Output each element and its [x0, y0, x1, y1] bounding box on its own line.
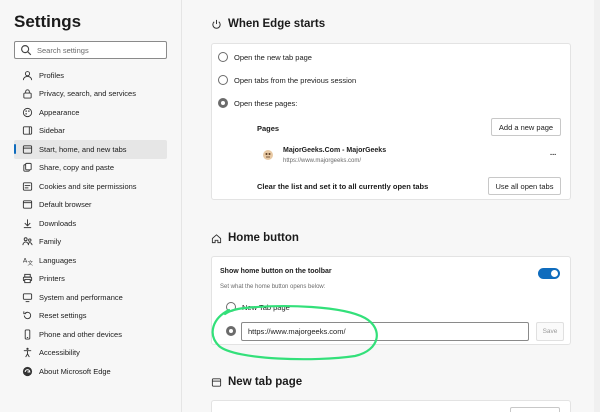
sidebar-nav: Profiles Privacy, search, and services A…: [14, 66, 167, 381]
sidebar-item-label: Printers: [39, 274, 65, 284]
sidebar-item-label: Start, home, and new tabs: [39, 144, 127, 154]
sidebar-item-languages[interactable]: A 文 Languages: [14, 251, 167, 270]
search-input[interactable]: [37, 45, 157, 55]
sidebar-item-label: Accessibility: [39, 348, 80, 358]
save-button[interactable]: Save: [536, 322, 564, 341]
sidebar-item-profiles[interactable]: Profiles: [14, 66, 167, 85]
sidebar-item-family[interactable]: Family: [14, 233, 167, 252]
sidebar-item-label: Sidebar: [39, 126, 65, 136]
home-title-text: Home button: [228, 232, 299, 244]
newtab-customize-button-partial[interactable]: [510, 407, 560, 412]
page-more-options[interactable]: ...: [550, 148, 556, 157]
sidebar-item-label: Privacy, search, and services: [39, 89, 136, 99]
startup-option-new-tab[interactable]: Open the new tab page: [218, 52, 312, 62]
newtab-card: [211, 400, 571, 412]
sidebar-item-about[interactable]: About Microsoft Edge: [14, 362, 167, 381]
radio-button[interactable]: [218, 52, 228, 62]
home-option-new-tab[interactable]: New Tab page: [226, 302, 290, 312]
startup-title-text: When Edge starts: [228, 18, 326, 30]
default-browser-icon: [22, 200, 33, 209]
sidebar-icon: [22, 126, 33, 135]
svg-text:文: 文: [28, 259, 34, 266]
sidebar-item-default-browser[interactable]: Default browser: [14, 196, 167, 215]
home-button-toggle[interactable]: [538, 268, 560, 279]
startup-option-these-pages[interactable]: Open these pages:: [218, 98, 297, 108]
sidebar-item-share[interactable]: Share, copy and paste: [14, 159, 167, 178]
newtab-title-text: New tab page: [228, 376, 303, 388]
page-url: https://www.majorgeeks.com/: [283, 158, 362, 164]
sidebar-item-printers[interactable]: Printers: [14, 270, 167, 289]
phone-icon: [24, 329, 31, 340]
sidebar-item-label: Cookies and site permissions: [39, 181, 137, 191]
startup-option-previous-session[interactable]: Open tabs from the previous session: [218, 75, 356, 85]
newtab-section-title: New tab page: [211, 376, 302, 388]
radio-button[interactable]: [218, 75, 228, 85]
sidebar-item-appearance[interactable]: Appearance: [14, 103, 167, 122]
sidebar-item-label: Reset settings: [39, 311, 87, 321]
home-url-input[interactable]: https://www.majorgeeks.com/: [241, 322, 529, 341]
home-icon: [211, 233, 222, 243]
sidebar-item-label: Appearance: [39, 107, 80, 117]
newtab-icon: [211, 377, 222, 387]
sidebar-item-label: Default browser: [39, 200, 92, 210]
start-home-icon: [22, 145, 33, 154]
sidebar-item-reset[interactable]: Reset settings: [14, 307, 167, 326]
family-icon: [22, 237, 33, 246]
settings-sidebar: Settings Profiles Privacy, search, and s…: [0, 0, 182, 412]
sidebar-item-label: Profiles: [39, 70, 65, 80]
home-toggle-label: Show home button on the toolbar: [220, 268, 332, 275]
radio-label: Open tabs from the previous session: [234, 75, 357, 85]
use-all-open-tabs-button[interactable]: Use all open tabs: [488, 177, 561, 195]
pages-label: Pages: [257, 124, 280, 133]
startup-section-title: When Edge starts: [211, 18, 325, 30]
sidebar-item-label: About Microsoft Edge: [39, 366, 111, 376]
languages-icon: A文: [23, 256, 34, 266]
radio-label: Open these pages:: [234, 98, 298, 108]
settings-title: Settings: [14, 12, 82, 31]
majorgeeks-favicon: [263, 150, 273, 160]
scrollbar[interactable]: [594, 0, 600, 412]
radio-label: New Tab page: [242, 302, 290, 312]
sidebar-item-label: Phone and other devices: [39, 329, 122, 339]
share-icon: [23, 163, 32, 172]
home-section-title: Home button: [211, 232, 299, 244]
add-new-page-button[interactable]: Add a new page: [491, 118, 561, 136]
power-icon: [212, 19, 221, 29]
sidebar-item-downloads[interactable]: Downloads: [14, 214, 167, 233]
sidebar-item-label: System and performance: [39, 292, 123, 302]
radio-button[interactable]: [226, 302, 236, 312]
startup-card: Open the new tab page Open tabs from the…: [211, 43, 571, 200]
radio-button-selected[interactable]: [218, 98, 228, 108]
search-icon: [21, 45, 32, 56]
home-card: Show home button on the toolbar Set what…: [211, 256, 571, 345]
sidebar-item-label: Downloads: [39, 218, 77, 228]
accessibility-icon: [23, 347, 32, 358]
sidebar-item-system[interactable]: System and performance: [14, 288, 167, 307]
clear-list-label: Clear the list and set it to all current…: [257, 182, 429, 191]
lock-icon: [23, 89, 32, 99]
radio-label: Open the new tab page: [234, 52, 312, 62]
sidebar-item-label: Family: [39, 237, 62, 247]
profile-icon: [22, 70, 33, 80]
cookies-icon: [22, 182, 33, 191]
system-icon: [22, 293, 33, 302]
settings-main: When Edge starts Open the new tab page O…: [183, 0, 600, 412]
home-subtitle: Set what the home button opens below:: [220, 284, 326, 290]
home-option-url-radio[interactable]: [226, 326, 236, 336]
sidebar-item-label: Languages: [39, 255, 77, 265]
sidebar-item-sidebar[interactable]: Sidebar: [14, 122, 167, 141]
sidebar-item-accessibility[interactable]: Accessibility: [14, 344, 167, 363]
sidebar-item-phone[interactable]: Phone and other devices: [14, 325, 167, 344]
search-box[interactable]: [14, 41, 167, 59]
sidebar-item-cookies[interactable]: Cookies and site permissions: [14, 177, 167, 196]
printer-icon: [22, 274, 33, 284]
download-icon: [23, 219, 32, 228]
sidebar-item-start-home[interactable]: Start, home, and new tabs: [14, 140, 167, 159]
edge-logo-icon: [22, 366, 33, 376]
sidebar-item-privacy[interactable]: Privacy, search, and services: [14, 85, 167, 104]
appearance-icon: [22, 107, 33, 117]
sidebar-item-label: Share, copy and paste: [39, 163, 115, 173]
page-title: MajorGeeks.Com - MajorGeeks: [283, 147, 387, 154]
reset-icon: [23, 311, 32, 320]
